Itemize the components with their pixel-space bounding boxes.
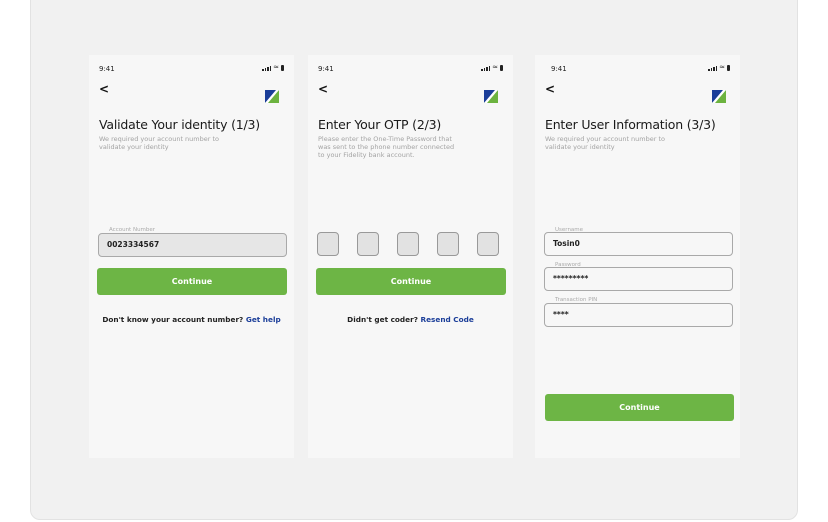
subtitle-line: validate your identity [545, 143, 615, 151]
transaction-pin-field[interactable]: **** [544, 303, 733, 327]
signal-icon [708, 66, 718, 71]
back-button[interactable]: < [99, 83, 109, 95]
help-footer: Don't know your account number? Get help [89, 315, 294, 324]
subtitle-line: was sent to the phone number connected [318, 143, 455, 151]
page-title: Enter Your OTP (2/3) [318, 117, 442, 132]
subtitle-line: to your Fidelity bank account. [318, 151, 415, 159]
subtitle-line: We required your account number to [99, 135, 220, 143]
page-subtitle: We required your account number to valid… [545, 135, 665, 151]
wifi-icon: ≈ [492, 63, 498, 71]
signal-icon [262, 66, 272, 71]
status-time: 9:41 [551, 65, 567, 73]
otp-digit-input[interactable] [397, 232, 419, 256]
page-title: Validate Your identity (1/3) [99, 117, 260, 132]
get-help-link[interactable]: Get help [246, 315, 281, 324]
subtitle-line: Please enter the One-Time Password that [318, 135, 452, 143]
subtitle-line: validate your identity [99, 143, 169, 151]
battery-icon [281, 65, 284, 71]
screen-enter-otp: 9:41 ≈ < Enter Your OTP (2/3) Please ent… [308, 55, 513, 458]
fidelity-logo-icon [712, 90, 726, 103]
status-time: 9:41 [99, 65, 115, 73]
resend-footer: Didn't get coder? Resend Code [308, 315, 513, 324]
status-time: 9:41 [318, 65, 334, 73]
signal-icon [481, 66, 491, 71]
subtitle-line: We required your account number to [545, 135, 666, 143]
back-button[interactable]: < [318, 83, 328, 95]
status-icons: ≈ [481, 64, 503, 71]
continue-button[interactable]: Continue [545, 394, 734, 421]
battery-icon [727, 65, 730, 71]
wifi-icon: ≈ [719, 63, 725, 71]
page-subtitle: Please enter the One-Time Password that … [318, 135, 454, 159]
account-number-field[interactable]: 0023334567 [98, 233, 287, 257]
back-button[interactable]: < [545, 83, 555, 95]
status-icons: ≈ [262, 64, 284, 71]
wifi-icon: ≈ [273, 63, 279, 71]
username-field[interactable]: Tosin0 [544, 232, 733, 256]
page-title: Enter User Information (3/3) [545, 117, 716, 132]
status-icons: ≈ [708, 64, 730, 71]
screen-validate-identity: 9:41 ≈ < Validate Your identity (1/3) We… [89, 55, 294, 458]
page-subtitle: We required your account number to valid… [99, 135, 219, 151]
otp-digit-input[interactable] [477, 232, 499, 256]
resend-prompt-text: Didn't get coder? [347, 315, 418, 324]
battery-icon [500, 65, 503, 71]
fidelity-logo-icon [484, 90, 498, 103]
otp-digit-input[interactable] [357, 232, 379, 256]
password-field[interactable]: ********* [544, 267, 733, 291]
continue-button[interactable]: Continue [316, 268, 506, 295]
screen-user-information: 9:41 ≈ < Enter User Information (3/3) We… [535, 55, 740, 458]
continue-button[interactable]: Continue [97, 268, 287, 295]
fidelity-logo-icon [265, 90, 279, 103]
otp-digit-input[interactable] [437, 232, 459, 256]
resend-code-link[interactable]: Resend Code [420, 315, 473, 324]
otp-digit-input[interactable] [317, 232, 339, 256]
help-text: Don't know your account number? [102, 315, 244, 324]
